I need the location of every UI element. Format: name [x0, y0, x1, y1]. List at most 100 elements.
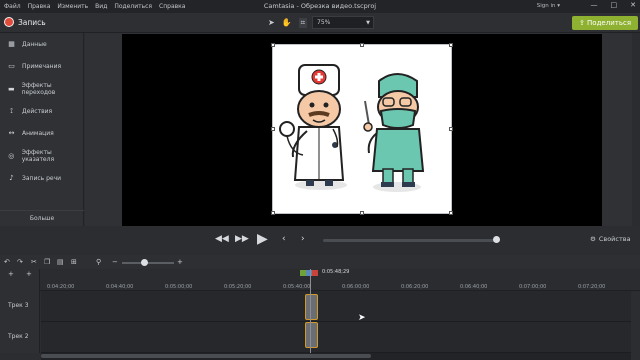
timeline-toolbar: ↶ ↷ ✂ ❐ ▤ ⊞ ⚲ − + [0, 255, 640, 269]
add-track-icon[interactable]: + [26, 270, 32, 278]
ruler-tick: 0:07:20;00 [578, 284, 606, 290]
select-icon[interactable]: ➤ [268, 18, 275, 28]
resize-handle[interactable] [360, 211, 364, 215]
zoom-in-icon[interactable]: + [177, 258, 183, 266]
add-track-icon[interactable]: + [8, 270, 14, 278]
main-toolbar: Запись ➤ ✋ ⌗ 75% ▼ ⇪ Поделиться [0, 13, 640, 33]
menu-share[interactable]: Поделиться [114, 3, 152, 10]
sidebar-item-voice-narration[interactable]: ♪ Запись речи [0, 171, 84, 185]
next-frame-icon[interactable]: › [301, 234, 305, 244]
hand-icon[interactable]: ✋ [282, 18, 292, 28]
step-forward-icon[interactable]: ▶▶ [235, 234, 249, 244]
resize-handle[interactable] [271, 43, 275, 47]
close-icon[interactable]: ✕ [630, 1, 636, 9]
sidebar-item-label: Эффекты переходов [21, 82, 56, 96]
menu-modify[interactable]: Изменить [57, 3, 88, 10]
more-button[interactable]: Больше [0, 210, 84, 226]
timeline-zoom-knob[interactable] [141, 259, 148, 266]
menu-help[interactable]: Справка [159, 3, 185, 10]
share-icon: ⇪ [578, 19, 588, 27]
ruler-tick: 0:07:00;00 [519, 284, 547, 290]
behavior-icon: ⟟ [10, 106, 13, 115]
track-lane-3[interactable] [41, 291, 631, 322]
track-name: Трек 3 [8, 302, 29, 309]
sidebar-item-animations[interactable]: ↔ Анимация [0, 126, 84, 140]
sidebar-item-label: Данные [22, 40, 47, 48]
menu-file[interactable]: Файл [4, 3, 21, 10]
media-clip-preview[interactable] [272, 44, 452, 214]
sidebar-item-annotations[interactable]: ▭ Примечания [0, 59, 84, 73]
redo-icon[interactable]: ↷ [17, 258, 23, 266]
cut-icon[interactable]: ✂ [31, 258, 37, 266]
timeline-media-clip[interactable] [305, 294, 318, 320]
ruler-tick: 0:06:00;00 [342, 284, 370, 290]
resize-handle[interactable] [271, 127, 275, 131]
step-back-icon[interactable]: ◀◀ [215, 234, 229, 244]
ruler-tick: 0:05:20;00 [224, 284, 252, 290]
record-icon [4, 17, 14, 27]
sign-in-button[interactable]: Sign in ▾ [537, 3, 560, 9]
sidebar-item-behaviors[interactable]: ⟟ Действия [0, 104, 84, 118]
ruler-tick: 0:06:20;00 [401, 284, 429, 290]
zoom-search-icon[interactable]: ⚲ [96, 258, 101, 266]
gear-icon: ⚙ [590, 235, 596, 243]
split-icon[interactable]: ⊞ [71, 258, 77, 266]
resize-handle[interactable] [271, 211, 275, 215]
copy-icon[interactable]: ❐ [44, 258, 50, 266]
timeline-zoom-slider[interactable] [122, 262, 174, 264]
maximize-icon[interactable]: □ [611, 1, 618, 9]
sidebar-item-transitions[interactable]: ▬ Эффекты переходов [0, 82, 84, 96]
resize-handle[interactable] [449, 43, 453, 47]
menu-bar: Файл Правка Изменить Вид Поделиться Спра… [0, 3, 185, 10]
zoom-select[interactable]: 75% ▼ [312, 16, 374, 29]
resize-handle[interactable] [449, 211, 453, 215]
resize-handle[interactable] [360, 43, 364, 47]
timeline-ruler[interactable]: 0:04:20;00 0:04:40;00 0:05:00;00 0:05:20… [0, 269, 640, 291]
microphone-icon: ♪ [9, 174, 14, 182]
crop-icon[interactable]: ⌗ [298, 18, 308, 28]
share-label: Поделиться [587, 19, 632, 27]
media-icon: ▦ [8, 40, 15, 48]
share-button[interactable]: ⇪ Поделиться [572, 16, 638, 30]
ruler-tick: 0:06:40;00 [460, 284, 488, 290]
timeline-media-clip[interactable] [305, 322, 318, 348]
track-header-3[interactable]: Трек 3 [0, 291, 40, 322]
scrubber-knob[interactable] [492, 236, 500, 243]
timeline-scroll-thumb[interactable] [41, 354, 371, 358]
menu-edit[interactable]: Правка [28, 3, 51, 10]
title-bar: Файл Правка Изменить Вид Поделиться Спра… [0, 0, 640, 13]
track-lane-2[interactable] [41, 322, 631, 353]
playhead-out-handle[interactable] [312, 270, 318, 276]
sidebar-item-label: Действия [22, 107, 53, 115]
tools-panel: ▦ Данные ▭ Примечания ▬ Эффекты переходо… [0, 33, 84, 226]
record-label: Запись [18, 17, 46, 27]
ruler-tick: 0:05:00;00 [165, 284, 193, 290]
minimize-icon[interactable]: — [591, 1, 598, 9]
sidebar-item-label: Эффекты указателя [21, 149, 55, 163]
record-button[interactable]: Запись [4, 17, 46, 27]
doctors-illustration [279, 64, 425, 192]
canvas-scrollbar[interactable] [632, 33, 640, 226]
sidebar-item-label: Примечания [22, 62, 62, 70]
chevron-down-icon: ▼ [366, 20, 370, 26]
camtasia-window: Файл Правка Изменить Вид Поделиться Спра… [0, 0, 640, 360]
play-icon[interactable]: ▶ [257, 231, 268, 247]
previous-frame-icon[interactable]: ‹ [282, 234, 286, 244]
sidebar-item-media[interactable]: ▦ Данные [0, 37, 84, 51]
transition-icon: ▬ [7, 85, 15, 93]
zoom-out-icon[interactable]: − [112, 258, 118, 266]
ruler-tick: 0:05:40;00 [283, 284, 311, 290]
playback-scrubber[interactable] [323, 239, 500, 242]
resize-handle[interactable] [449, 127, 453, 131]
playhead-line [310, 269, 311, 353]
paste-icon[interactable]: ▤ [57, 258, 64, 266]
playhead-time: 0:05:48;29 [322, 269, 350, 275]
menu-view[interactable]: Вид [95, 3, 107, 10]
properties-button[interactable]: ⚙ Свойства [590, 235, 631, 243]
sidebar-item-cursor-effects[interactable]: ◎ Эффекты указателя [0, 149, 84, 163]
track-header-2[interactable]: Трек 2 [0, 322, 40, 353]
mouse-cursor-icon: ➤ [358, 313, 366, 323]
properties-label: Свойства [598, 235, 631, 243]
sidebar-item-label: Анимация [22, 129, 54, 137]
undo-icon[interactable]: ↶ [4, 258, 10, 266]
